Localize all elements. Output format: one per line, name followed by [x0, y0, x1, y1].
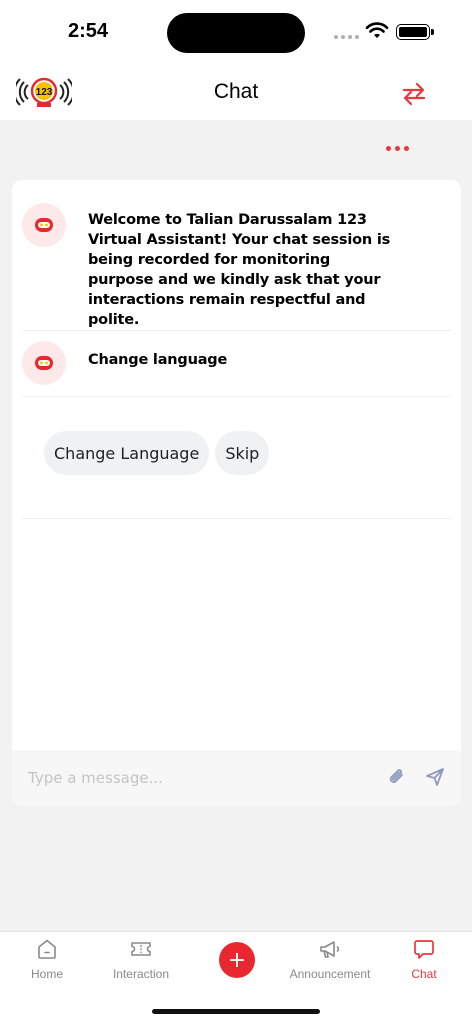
wifi-icon	[365, 22, 389, 38]
signal-icon	[334, 35, 359, 39]
tab-announcement[interactable]: Announcement	[283, 932, 377, 990]
chat-panel: Welcome to Talian Darussalam 123 Virtual…	[12, 180, 461, 806]
app-header: 123 Chat	[0, 62, 472, 120]
ticket-icon	[131, 942, 151, 956]
tab-label: Chat	[411, 967, 437, 981]
battery-icon	[396, 24, 434, 40]
tab-label: Home	[30, 967, 63, 981]
message-composer	[12, 750, 461, 806]
bot-avatar	[22, 341, 66, 385]
tab-label: Interaction	[112, 967, 170, 981]
status-time: 2:54	[68, 20, 109, 42]
home-indicator	[152, 1009, 320, 1014]
message-text: Change language	[88, 352, 228, 368]
skip-button[interactable]: Skip	[215, 431, 270, 475]
chat-bubble-icon	[414, 940, 434, 959]
message-text: Welcome to Talian Darussalam 123 Virtual…	[88, 212, 391, 328]
robot-icon	[35, 356, 53, 370]
change-language-button[interactable]: Change Language	[44, 431, 210, 475]
quick-replies: Change Language Skip	[44, 431, 270, 475]
tab-chat[interactable]: Chat	[377, 932, 471, 990]
robot-icon	[35, 218, 53, 232]
paperclip-icon[interactable]	[386, 766, 408, 788]
plus-icon: +	[227, 947, 247, 973]
message-input[interactable]	[28, 764, 348, 792]
tab-label: Announcement	[289, 967, 371, 981]
divider	[22, 330, 451, 331]
divider	[22, 518, 451, 519]
add-button[interactable]: +	[219, 942, 255, 978]
home-icon	[38, 939, 56, 959]
bot-message: Change language	[22, 341, 393, 385]
more-options-icon[interactable]	[386, 146, 409, 151]
tab-home[interactable]: Home	[0, 932, 94, 990]
dynamic-island	[167, 13, 305, 53]
send-icon[interactable]	[424, 766, 446, 788]
bot-avatar	[22, 203, 66, 247]
divider	[22, 396, 451, 397]
tab-interaction[interactable]: Interaction	[94, 932, 188, 990]
megaphone-icon	[320, 941, 340, 958]
switch-icon[interactable]	[398, 78, 430, 110]
status-bar: 2:54	[0, 0, 472, 62]
bot-message: Welcome to Talian Darussalam 123 Virtual…	[22, 203, 393, 330]
